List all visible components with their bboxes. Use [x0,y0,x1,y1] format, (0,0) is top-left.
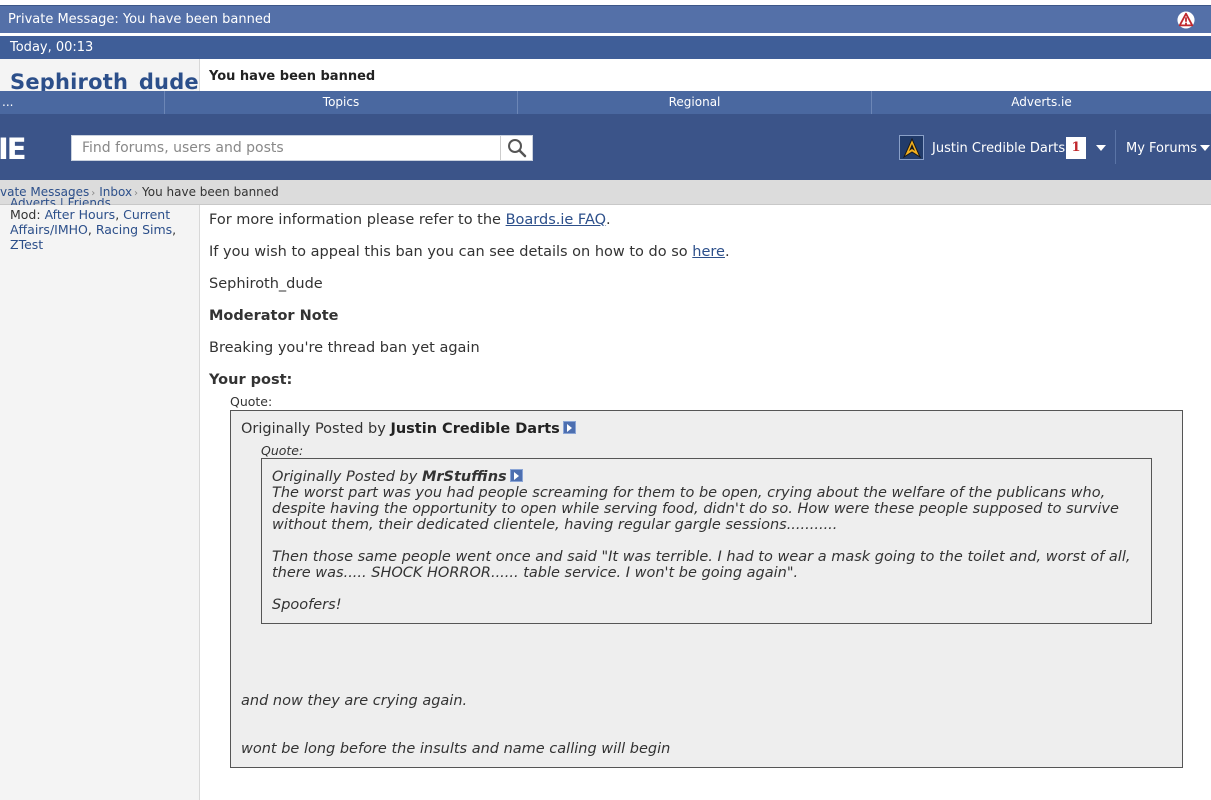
pm-title: Private Message: You have been banned [8,12,272,27]
mod-label: Mod: [10,207,41,222]
faq-suffix: . [606,212,611,228]
search-box [71,135,533,161]
outer-quote-author: Justin Credible Darts [390,421,560,437]
user-name[interactable]: Justin Credible Darts [932,141,1065,156]
inner-quote-attribution: Originally Posted by MrStuffins [272,469,1141,485]
nav-tab-topics[interactable]: Topics [164,91,517,114]
mod-note-heading: Moderator Note [209,308,339,324]
inner-quote-paragraph: The worst part was you had people scream… [272,485,1119,533]
your-post-heading: Your post: [209,372,293,388]
pm-title-bar: Private Message: You have been banned [0,5,1211,33]
signature: Sephiroth_dude [209,276,323,292]
avatar-icon [902,137,921,158]
date-bar: Today, 00:13 [0,36,1211,59]
notification-badge[interactable]: 1 [1066,137,1086,159]
chevron-down-icon[interactable] [1096,145,1106,151]
nav-tab-more[interactable]: ... [0,91,164,114]
chevron-down-icon[interactable] [1200,145,1210,151]
mod-note: Breaking you're thread ban yet again [209,340,480,356]
mod-forum-link[interactable]: ZTest [10,237,43,252]
site-header: IE Justin Credible Darts 1 My Forums [0,114,1211,180]
faq-link[interactable]: Boards.ie FAQ [506,212,606,228]
inner-quote-paragraph: Then those same people went once and sai… [272,549,1131,581]
my-forums-menu[interactable]: My Forums [1126,141,1197,156]
appeal-text: If you wish to appeal this ban you can s… [209,244,693,260]
breadcrumb-private-messages[interactable]: vate Messages [0,185,89,199]
nav-tab-adverts[interactable]: Adverts.ie [871,91,1211,114]
outer-quote-text: wont be long before the insults and name… [241,741,671,757]
quote-label: Quote: [230,394,273,409]
user-avatar[interactable] [899,135,924,160]
outer-quote-text: and now they are crying again. [241,693,468,709]
breadcrumb: vate Messages › Inbox › You have been banned [0,180,1211,205]
appeal-paragraph: If you wish to appeal this ban you can s… [209,244,1199,261]
breadcrumb-inbox[interactable]: Inbox [99,185,132,199]
appeal-link[interactable]: here [692,244,725,260]
search-icon [507,139,526,158]
breadcrumb-separator: › [134,188,139,199]
breadcrumb-current: You have been banned [142,185,279,199]
nav-tabs: ... Topics Regional Adverts.ie [0,91,1211,114]
site-logo[interactable]: IE [0,132,27,166]
message-body: For more information please refer to the… [209,212,1199,404]
moderator-forums: Mod: After Hours, Current Affairs/IMHO, … [10,207,177,252]
message-date: Today, 00:13 [10,40,94,55]
search-button[interactable] [500,136,532,160]
mod-forum-link[interactable]: After Hours [45,207,116,222]
outer-quote-attribution: Originally Posted by Justin Credible Dar… [241,421,576,437]
outer-quote: Originally Posted by Justin Credible Dar… [230,410,1183,768]
attribution-prefix: Originally Posted by [241,421,391,437]
mod-forum-link[interactable]: Racing Sims [96,222,172,237]
search-input[interactable] [72,136,500,160]
inner-quote: Originally Posted by MrStuffins The wors… [261,458,1152,624]
warning-icon [1177,11,1195,29]
view-post-arrow-icon[interactable] [509,469,523,482]
inner-quote-paragraph: Spoofers! [272,597,342,613]
attribution-prefix: Originally Posted by [272,469,422,485]
appeal-suffix: . [724,244,730,260]
faq-paragraph: For more information please refer to the… [209,212,1199,229]
view-post-arrow-icon[interactable] [562,421,576,434]
inner-quote-label: Quote: [261,443,304,458]
faq-text: For more information please refer to the [209,212,506,228]
message-subject: You have been banned [209,69,376,84]
inner-quote-author: MrStuffins [421,469,507,485]
nav-tab-regional[interactable]: Regional [517,91,871,114]
header-divider [1115,130,1116,164]
sidebar-cut-links[interactable]: Adverts | Friends [10,198,111,205]
